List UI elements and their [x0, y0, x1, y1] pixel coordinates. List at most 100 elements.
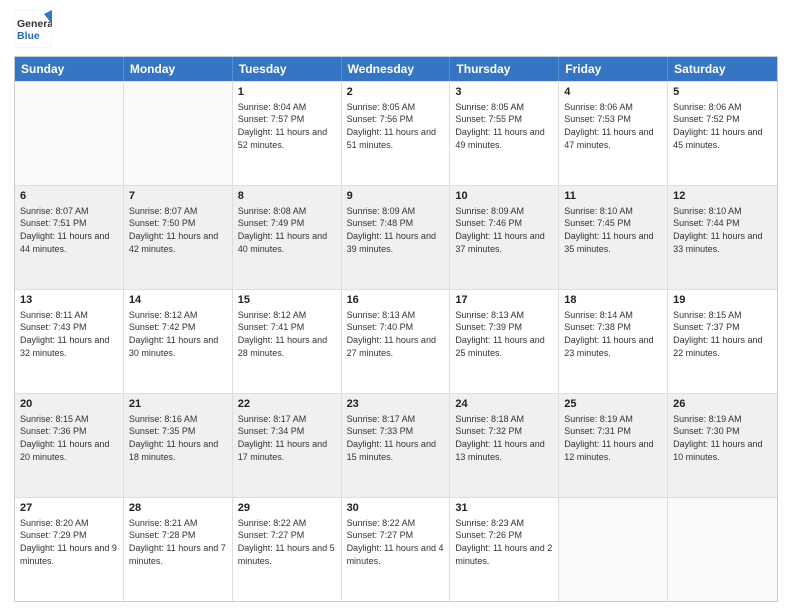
calendar-cell-4-0: 27Sunrise: 8:20 AMSunset: 7:29 PMDayligh… — [15, 498, 124, 601]
day-detail: Sunrise: 8:11 AMSunset: 7:43 PMDaylight:… — [20, 309, 118, 359]
calendar-cell-0-5: 4Sunrise: 8:06 AMSunset: 7:53 PMDaylight… — [559, 82, 668, 185]
day-detail: Sunrise: 8:22 AMSunset: 7:27 PMDaylight:… — [347, 517, 445, 567]
calendar-cell-3-4: 24Sunrise: 8:18 AMSunset: 7:32 PMDayligh… — [450, 394, 559, 497]
day-number: 7 — [129, 189, 227, 204]
calendar-cell-1-0: 6Sunrise: 8:07 AMSunset: 7:51 PMDaylight… — [15, 186, 124, 289]
day-detail: Sunrise: 8:21 AMSunset: 7:28 PMDaylight:… — [129, 517, 227, 567]
calendar-cell-2-3: 16Sunrise: 8:13 AMSunset: 7:40 PMDayligh… — [342, 290, 451, 393]
calendar-row-2: 13Sunrise: 8:11 AMSunset: 7:43 PMDayligh… — [15, 289, 777, 393]
day-detail: Sunrise: 8:12 AMSunset: 7:42 PMDaylight:… — [129, 309, 227, 359]
calendar-cell-0-6: 5Sunrise: 8:06 AMSunset: 7:52 PMDaylight… — [668, 82, 777, 185]
calendar-cell-1-6: 12Sunrise: 8:10 AMSunset: 7:44 PMDayligh… — [668, 186, 777, 289]
day-number: 25 — [564, 397, 662, 412]
day-number: 17 — [455, 293, 553, 308]
calendar-cell-2-1: 14Sunrise: 8:12 AMSunset: 7:42 PMDayligh… — [124, 290, 233, 393]
day-detail: Sunrise: 8:17 AMSunset: 7:34 PMDaylight:… — [238, 413, 336, 463]
calendar-cell-1-2: 8Sunrise: 8:08 AMSunset: 7:49 PMDaylight… — [233, 186, 342, 289]
calendar-cell-2-0: 13Sunrise: 8:11 AMSunset: 7:43 PMDayligh… — [15, 290, 124, 393]
day-detail: Sunrise: 8:18 AMSunset: 7:32 PMDaylight:… — [455, 413, 553, 463]
calendar-cell-1-5: 11Sunrise: 8:10 AMSunset: 7:45 PMDayligh… — [559, 186, 668, 289]
day-number: 15 — [238, 293, 336, 308]
calendar-cell-3-0: 20Sunrise: 8:15 AMSunset: 7:36 PMDayligh… — [15, 394, 124, 497]
calendar-cell-3-3: 23Sunrise: 8:17 AMSunset: 7:33 PMDayligh… — [342, 394, 451, 497]
day-detail: Sunrise: 8:10 AMSunset: 7:45 PMDaylight:… — [564, 205, 662, 255]
day-detail: Sunrise: 8:07 AMSunset: 7:50 PMDaylight:… — [129, 205, 227, 255]
day-detail: Sunrise: 8:09 AMSunset: 7:48 PMDaylight:… — [347, 205, 445, 255]
day-number: 30 — [347, 501, 445, 516]
calendar-cell-2-6: 19Sunrise: 8:15 AMSunset: 7:37 PMDayligh… — [668, 290, 777, 393]
calendar-cell-0-3: 2Sunrise: 8:05 AMSunset: 7:56 PMDaylight… — [342, 82, 451, 185]
header-day-thursday: Thursday — [450, 57, 559, 81]
calendar-row-3: 20Sunrise: 8:15 AMSunset: 7:36 PMDayligh… — [15, 393, 777, 497]
day-detail: Sunrise: 8:05 AMSunset: 7:55 PMDaylight:… — [455, 101, 553, 151]
header-day-monday: Monday — [124, 57, 233, 81]
calendar-header: SundayMondayTuesdayWednesdayThursdayFrid… — [15, 57, 777, 81]
day-number: 1 — [238, 85, 336, 100]
day-detail: Sunrise: 8:05 AMSunset: 7:56 PMDaylight:… — [347, 101, 445, 151]
day-number: 13 — [20, 293, 118, 308]
calendar-cell-0-4: 3Sunrise: 8:05 AMSunset: 7:55 PMDaylight… — [450, 82, 559, 185]
day-detail: Sunrise: 8:20 AMSunset: 7:29 PMDaylight:… — [20, 517, 118, 567]
calendar-cell-3-6: 26Sunrise: 8:19 AMSunset: 7:30 PMDayligh… — [668, 394, 777, 497]
calendar: SundayMondayTuesdayWednesdayThursdayFrid… — [14, 56, 778, 602]
svg-text:General: General — [17, 18, 52, 30]
day-number: 9 — [347, 189, 445, 204]
day-number: 12 — [673, 189, 772, 204]
day-detail: Sunrise: 8:06 AMSunset: 7:53 PMDaylight:… — [564, 101, 662, 151]
calendar-cell-0-2: 1Sunrise: 8:04 AMSunset: 7:57 PMDaylight… — [233, 82, 342, 185]
calendar-body: 1Sunrise: 8:04 AMSunset: 7:57 PMDaylight… — [15, 81, 777, 601]
day-detail: Sunrise: 8:23 AMSunset: 7:26 PMDaylight:… — [455, 517, 553, 567]
day-number: 26 — [673, 397, 772, 412]
day-number: 31 — [455, 501, 553, 516]
calendar-cell-2-2: 15Sunrise: 8:12 AMSunset: 7:41 PMDayligh… — [233, 290, 342, 393]
calendar-cell-0-0 — [15, 82, 124, 185]
calendar-cell-4-3: 30Sunrise: 8:22 AMSunset: 7:27 PMDayligh… — [342, 498, 451, 601]
day-number: 8 — [238, 189, 336, 204]
calendar-cell-1-4: 10Sunrise: 8:09 AMSunset: 7:46 PMDayligh… — [450, 186, 559, 289]
header-day-saturday: Saturday — [668, 57, 777, 81]
day-number: 6 — [20, 189, 118, 204]
calendar-cell-1-1: 7Sunrise: 8:07 AMSunset: 7:50 PMDaylight… — [124, 186, 233, 289]
day-number: 29 — [238, 501, 336, 516]
day-detail: Sunrise: 8:10 AMSunset: 7:44 PMDaylight:… — [673, 205, 772, 255]
day-number: 18 — [564, 293, 662, 308]
day-detail: Sunrise: 8:09 AMSunset: 7:46 PMDaylight:… — [455, 205, 553, 255]
day-number: 3 — [455, 85, 553, 100]
header-day-sunday: Sunday — [15, 57, 124, 81]
svg-text:Blue: Blue — [17, 30, 40, 42]
day-number: 22 — [238, 397, 336, 412]
day-detail: Sunrise: 8:06 AMSunset: 7:52 PMDaylight:… — [673, 101, 772, 151]
calendar-row-0: 1Sunrise: 8:04 AMSunset: 7:57 PMDaylight… — [15, 81, 777, 185]
day-detail: Sunrise: 8:15 AMSunset: 7:37 PMDaylight:… — [673, 309, 772, 359]
day-number: 2 — [347, 85, 445, 100]
calendar-cell-4-5 — [559, 498, 668, 601]
day-detail: Sunrise: 8:08 AMSunset: 7:49 PMDaylight:… — [238, 205, 336, 255]
page: General Blue SundayMondayTuesdayWednesda… — [0, 0, 792, 612]
day-number: 14 — [129, 293, 227, 308]
calendar-row-4: 27Sunrise: 8:20 AMSunset: 7:29 PMDayligh… — [15, 497, 777, 601]
day-detail: Sunrise: 8:12 AMSunset: 7:41 PMDaylight:… — [238, 309, 336, 359]
day-detail: Sunrise: 8:17 AMSunset: 7:33 PMDaylight:… — [347, 413, 445, 463]
calendar-cell-3-2: 22Sunrise: 8:17 AMSunset: 7:34 PMDayligh… — [233, 394, 342, 497]
day-number: 19 — [673, 293, 772, 308]
day-detail: Sunrise: 8:13 AMSunset: 7:39 PMDaylight:… — [455, 309, 553, 359]
day-detail: Sunrise: 8:04 AMSunset: 7:57 PMDaylight:… — [238, 101, 336, 151]
day-number: 24 — [455, 397, 553, 412]
calendar-cell-0-1 — [124, 82, 233, 185]
day-number: 5 — [673, 85, 772, 100]
calendar-cell-4-2: 29Sunrise: 8:22 AMSunset: 7:27 PMDayligh… — [233, 498, 342, 601]
logo: General Blue — [14, 10, 52, 48]
header-day-wednesday: Wednesday — [342, 57, 451, 81]
calendar-cell-4-1: 28Sunrise: 8:21 AMSunset: 7:28 PMDayligh… — [124, 498, 233, 601]
day-detail: Sunrise: 8:07 AMSunset: 7:51 PMDaylight:… — [20, 205, 118, 255]
day-number: 20 — [20, 397, 118, 412]
calendar-row-1: 6Sunrise: 8:07 AMSunset: 7:51 PMDaylight… — [15, 185, 777, 289]
day-number: 10 — [455, 189, 553, 204]
header-day-tuesday: Tuesday — [233, 57, 342, 81]
day-number: 27 — [20, 501, 118, 516]
day-detail: Sunrise: 8:19 AMSunset: 7:30 PMDaylight:… — [673, 413, 772, 463]
day-detail: Sunrise: 8:15 AMSunset: 7:36 PMDaylight:… — [20, 413, 118, 463]
header-day-friday: Friday — [559, 57, 668, 81]
header: General Blue — [14, 10, 778, 48]
day-number: 4 — [564, 85, 662, 100]
